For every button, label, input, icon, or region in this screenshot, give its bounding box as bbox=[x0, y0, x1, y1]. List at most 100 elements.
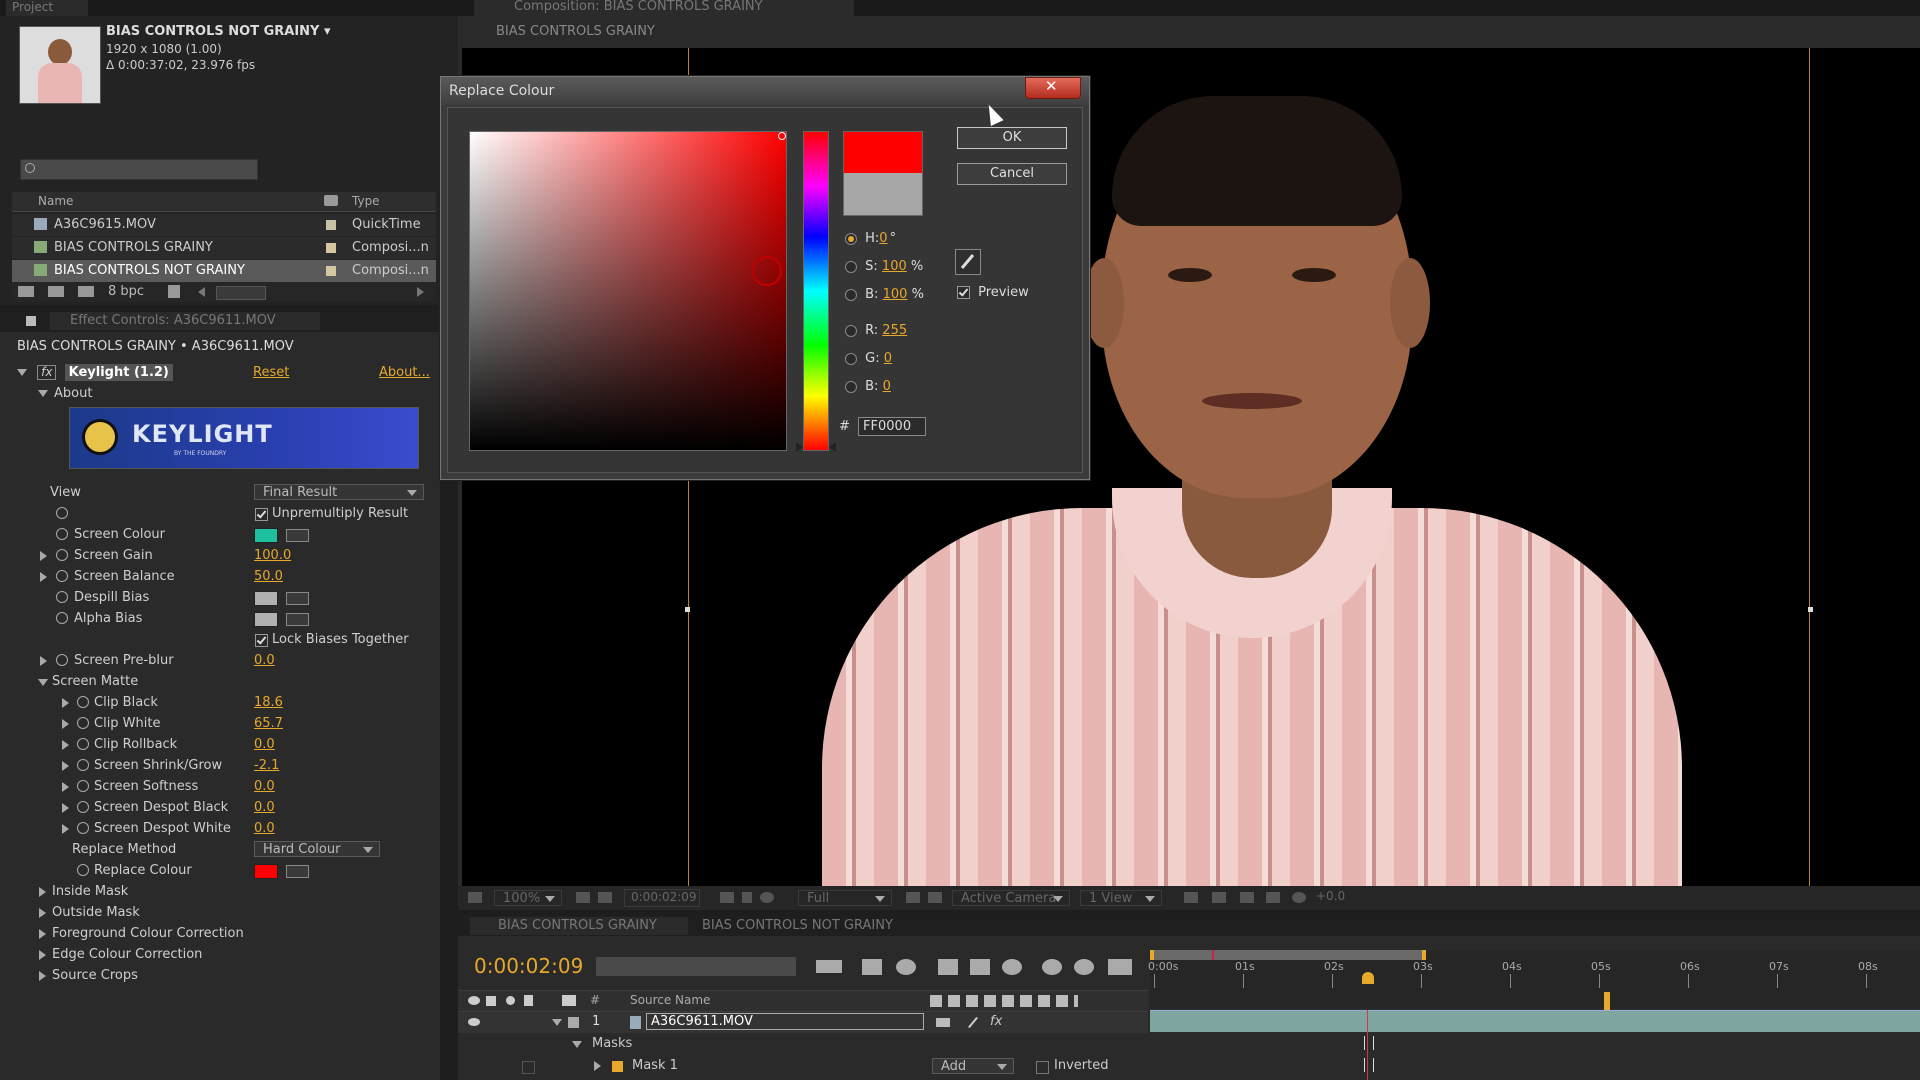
param-screen-balance[interactable]: Screen Balance 50.0 bbox=[0, 566, 440, 587]
mask1-color[interactable] bbox=[612, 1061, 623, 1072]
screen-balance-expand-icon[interactable] bbox=[40, 572, 47, 582]
clip-white-expand-icon[interactable] bbox=[62, 719, 69, 729]
h-value[interactable]: 0 bbox=[879, 231, 887, 246]
param-clip-white[interactable]: Clip White 65.7 bbox=[0, 713, 440, 734]
clip-white-value[interactable]: 65.7 bbox=[254, 713, 283, 734]
screen-preblur-value[interactable]: 0.0 bbox=[254, 650, 275, 671]
col-type[interactable]: Type bbox=[352, 194, 380, 208]
stopwatch-icon[interactable] bbox=[56, 591, 68, 603]
live-update-icon[interactable] bbox=[862, 959, 882, 975]
project-item-name[interactable]: BIAS CONTROLS NOT GRAINY bbox=[54, 263, 245, 278]
mask-mode-dropdown[interactable]: Add bbox=[932, 1058, 1014, 1074]
screen-matte-expand-icon[interactable] bbox=[38, 679, 48, 686]
viewer-timecode[interactable]: 0:00:02:09 bbox=[624, 889, 700, 907]
despot-white-value[interactable]: 0.0 bbox=[254, 818, 275, 839]
hue-arrow-left[interactable] bbox=[796, 442, 803, 452]
timeline-timecode[interactable]: 0:00:02:09 bbox=[474, 954, 583, 978]
effect-expand-icon[interactable] bbox=[17, 369, 27, 376]
auto-keyframe-icon[interactable] bbox=[1074, 959, 1094, 975]
solo-switch-icon[interactable] bbox=[506, 996, 515, 1005]
resolution-dropdown[interactable]: Full bbox=[798, 890, 892, 906]
inside-mask-expand-icon[interactable] bbox=[39, 887, 46, 897]
project-item[interactable]: BIAS CONTROLS NOT GRAINY Composi...n bbox=[12, 260, 436, 282]
project-item[interactable]: A36C9615.MOV QuickTime bbox=[12, 214, 436, 236]
param-screen-gain[interactable]: Screen Gain 100.0 bbox=[0, 545, 440, 566]
project-item-label[interactable] bbox=[326, 220, 336, 230]
project-item-name[interactable]: BIAS CONTROLS GRAINY bbox=[54, 240, 213, 255]
exposure-value[interactable]: +0.0 bbox=[1316, 889, 1345, 903]
s-value[interactable]: 100 bbox=[882, 259, 907, 274]
current-time-indicator[interactable] bbox=[1362, 972, 1374, 984]
softness-expand-icon[interactable] bbox=[62, 782, 69, 792]
timeline-tab-grainy[interactable]: BIAS CONTROLS GRAINY bbox=[470, 917, 688, 935]
despot-black-expand-icon[interactable] bbox=[62, 803, 69, 813]
timeline-icon[interactable] bbox=[1240, 892, 1254, 903]
screen-colour-swatch[interactable] bbox=[254, 528, 278, 543]
view-dropdown[interactable]: Final Result bbox=[254, 484, 424, 500]
r-field[interactable]: R: 255 bbox=[845, 323, 907, 338]
param-view-label[interactable]: View Final Result bbox=[0, 482, 440, 503]
toggle-pixel-aspect-icon[interactable] bbox=[1184, 892, 1198, 903]
mask1-label[interactable]: Mask 1 bbox=[632, 1058, 678, 1073]
project-item[interactable]: BIAS CONTROLS GRAINY Composi...n bbox=[12, 237, 436, 259]
project-item-name[interactable]: A36C9615.MOV bbox=[54, 217, 156, 232]
shrink-grow-value[interactable]: -2.1 bbox=[254, 755, 279, 776]
flowchart-icon[interactable] bbox=[1266, 892, 1280, 903]
clip-rollback-expand-icon[interactable] bbox=[62, 740, 69, 750]
stopwatch-icon[interactable] bbox=[56, 528, 68, 540]
video-switch-icon[interactable] bbox=[468, 996, 480, 1005]
scroll-left-icon[interactable] bbox=[198, 287, 205, 297]
layer-name[interactable]: A36C9611.MOV bbox=[646, 1013, 924, 1030]
layer-shy-icon[interactable] bbox=[936, 1018, 950, 1027]
project-item-label[interactable] bbox=[326, 243, 336, 253]
show-snapshot-icon[interactable] bbox=[742, 892, 752, 903]
blue-radio[interactable] bbox=[845, 380, 857, 393]
param-screen-matte[interactable]: Screen Matte bbox=[0, 671, 440, 692]
dialog-titlebar[interactable]: Replace Colour ✕ bbox=[441, 77, 1089, 105]
alpha-bias-swatch[interactable] bbox=[254, 612, 278, 627]
stopwatch-icon[interactable] bbox=[77, 864, 89, 876]
switches-icons[interactable] bbox=[930, 995, 1078, 1007]
lock-switch-icon[interactable] bbox=[524, 995, 533, 1006]
project-search-input[interactable] bbox=[20, 159, 258, 180]
layer-row[interactable]: 1 A36C9611.MOV fx bbox=[458, 1012, 1148, 1033]
panel-close-icon[interactable] bbox=[26, 316, 36, 326]
preview-toggle[interactable]: Preview bbox=[957, 285, 1029, 300]
alpha-bias-eyedropper[interactable] bbox=[286, 613, 309, 626]
param-despill-bias[interactable]: Despill Bias bbox=[0, 587, 440, 608]
param-inside-mask[interactable]: Inside Mask bbox=[0, 881, 440, 902]
param-replace-method[interactable]: Replace Method Hard Colour bbox=[0, 839, 440, 860]
timeline-tab-not-grainy[interactable]: BIAS CONTROLS NOT GRAINY bbox=[682, 917, 912, 935]
new-comp-icon[interactable] bbox=[78, 286, 94, 297]
screen-gain-expand-icon[interactable] bbox=[40, 551, 47, 561]
new-folder-icon[interactable] bbox=[48, 286, 64, 297]
outside-mask-expand-icon[interactable] bbox=[39, 908, 46, 918]
col-source-name[interactable]: Source Name bbox=[630, 993, 710, 1007]
views-dropdown[interactable]: 1 View bbox=[1080, 890, 1162, 906]
fx-badge[interactable]: fx bbox=[37, 365, 57, 380]
interpret-footage-icon[interactable] bbox=[18, 286, 34, 297]
masks-row[interactable]: Masks bbox=[458, 1034, 1148, 1055]
despill-bias-eyedropper[interactable] bbox=[286, 592, 309, 605]
fg-correction-expand-icon[interactable] bbox=[39, 929, 46, 939]
clip-rollback-value[interactable]: 0.0 bbox=[254, 734, 275, 755]
blue-value[interactable]: 0 bbox=[883, 379, 891, 394]
stopwatch-icon[interactable] bbox=[56, 570, 68, 582]
scroll-right-icon[interactable] bbox=[417, 287, 424, 297]
s-radio[interactable] bbox=[845, 260, 857, 273]
hide-shy-layers-icon[interactable] bbox=[938, 959, 958, 975]
edge-correction-expand-icon[interactable] bbox=[39, 950, 46, 960]
stopwatch-icon[interactable] bbox=[56, 654, 68, 666]
despot-white-expand-icon[interactable] bbox=[62, 824, 69, 834]
mask-visibility-icon[interactable] bbox=[598, 892, 612, 903]
screen-colour-eyedropper[interactable] bbox=[286, 529, 309, 542]
s-field[interactable]: S: 100 % bbox=[845, 259, 923, 274]
replace-colour-swatch[interactable] bbox=[254, 864, 278, 879]
camera-dropdown[interactable]: Active Camera bbox=[952, 890, 1070, 906]
col-name[interactable]: Name bbox=[38, 194, 73, 208]
eyedropper-button[interactable] bbox=[955, 249, 981, 275]
effect-name[interactable]: Keylight (1.2) bbox=[64, 364, 173, 381]
sb-picker-cursor[interactable] bbox=[752, 256, 782, 286]
trash-icon[interactable] bbox=[168, 285, 180, 298]
saturation-brightness-field[interactable] bbox=[469, 131, 787, 451]
